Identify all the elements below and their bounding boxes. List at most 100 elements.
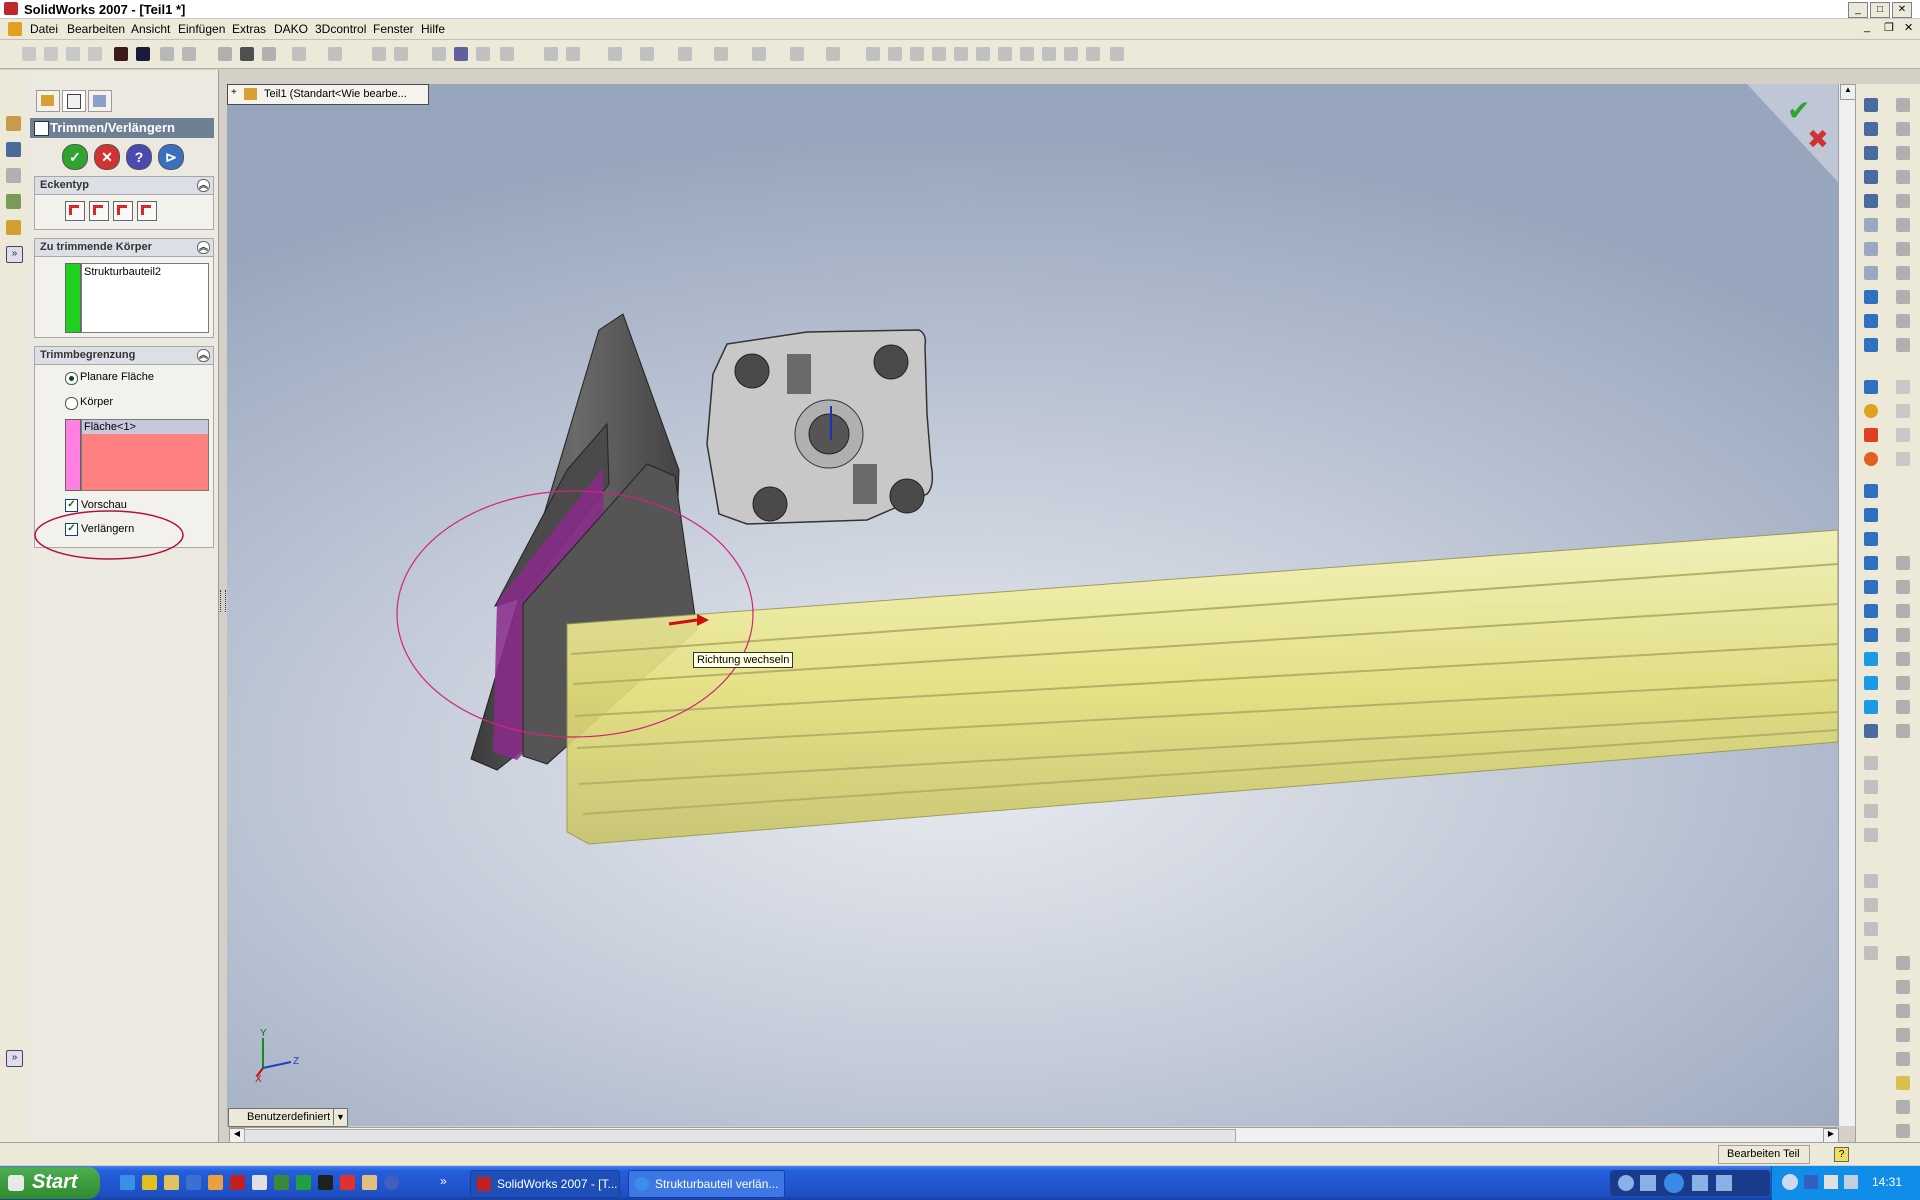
extrude-icon[interactable]	[976, 47, 990, 61]
tree-root-label[interactable]: Teil1 (Standart<Wie bearbe...	[264, 88, 407, 100]
document-icon[interactable]	[8, 22, 22, 36]
table-icon[interactable]	[182, 47, 196, 61]
quicklaunch-browser-icon[interactable]	[120, 1175, 135, 1190]
statistics-icon[interactable]	[1864, 898, 1878, 912]
pattern-icon[interactable]	[1086, 47, 1100, 61]
stop-icon[interactable]	[1618, 1175, 1634, 1191]
horizontal-scrollbar[interactable]: ◀ ▶	[229, 1127, 1839, 1144]
sketch-point-icon[interactable]	[1896, 404, 1910, 418]
collapse-icon[interactable]: ︽	[197, 179, 210, 192]
view-palette-icon[interactable]	[6, 194, 21, 209]
ok-button[interactable]: ✓	[62, 144, 88, 170]
feature-rib-icon[interactable]	[1896, 676, 1910, 690]
expand-tree-icon[interactable]: +	[231, 87, 237, 98]
cut-extrude-icon[interactable]	[998, 47, 1012, 61]
tray-back-icon[interactable]	[1782, 1174, 1798, 1190]
planar-face-radio[interactable]	[65, 372, 78, 385]
tab-configuration-manager[interactable]	[88, 90, 112, 112]
options-icon[interactable]	[500, 47, 514, 61]
scroll-up-button[interactable]: ▲	[1840, 84, 1856, 100]
view-orientation-dropdown[interactable]: Benutzerdefiniert ▼	[228, 1108, 348, 1127]
doc-minimize-button[interactable]: _	[1864, 21, 1870, 33]
shaded-icon[interactable]	[1864, 314, 1878, 328]
undo-icon[interactable]	[292, 47, 306, 61]
normal-to-icon[interactable]	[1864, 484, 1878, 498]
menu-extras[interactable]: Extras	[232, 22, 266, 36]
sketch-spline-icon[interactable]	[1896, 194, 1910, 208]
profile-cross-section[interactable]	[706, 329, 934, 525]
hidden-removed-icon[interactable]	[1864, 266, 1878, 280]
ref-point-icon[interactable]	[1896, 956, 1910, 970]
dimetric-icon[interactable]	[1864, 700, 1878, 714]
bottom-view-icon[interactable]	[1864, 628, 1878, 642]
quicklaunch-folder-icon[interactable]	[164, 1175, 179, 1190]
task-solidworks[interactable]: SolidWorks 2007 - [T...	[470, 1170, 620, 1198]
sketch-offset-icon[interactable]	[1896, 266, 1910, 280]
shaded-edges-icon[interactable]	[1864, 290, 1878, 304]
panel-splitter[interactable]	[220, 590, 226, 612]
select-filter-icon[interactable]	[454, 47, 468, 61]
feature-boss-icon[interactable]	[1896, 556, 1910, 570]
bodies-listbox[interactable]: Strukturbauteil2	[81, 263, 209, 333]
select-icon[interactable]	[432, 47, 446, 61]
ref-line-icon[interactable]	[1896, 1028, 1910, 1042]
trimetric-icon[interactable]	[1864, 676, 1878, 690]
ref-axis-icon[interactable]	[1896, 1004, 1910, 1018]
cut-icon[interactable]	[372, 47, 386, 61]
tab-feature-manager[interactable]	[36, 90, 60, 112]
expand-bottom-icon[interactable]: »	[6, 1050, 23, 1067]
copy-icon[interactable]	[394, 47, 408, 61]
pushpin-button[interactable]: ⊳	[158, 144, 184, 170]
collapse-icon[interactable]: ︽	[197, 241, 210, 254]
quicklaunch-archive-icon[interactable]	[362, 1175, 377, 1190]
point-icon[interactable]	[826, 47, 840, 61]
trim-target-profile[interactable]	[566, 529, 1838, 845]
relation-icon[interactable]	[714, 47, 728, 61]
camera-icon[interactable]	[240, 47, 254, 61]
section-view-icon[interactable]	[1864, 380, 1878, 394]
quicklaunch-app-icon[interactable]	[208, 1175, 223, 1190]
corner-end-trim-button[interactable]	[65, 201, 85, 221]
sketch-trim-icon[interactable]	[1896, 242, 1910, 256]
feature-tree-flyout[interactable]: + Teil1 (Standart<Wie bearbe...	[227, 84, 429, 105]
feature-revolve-icon[interactable]	[1896, 580, 1910, 594]
sketch-text-icon[interactable]	[1896, 380, 1910, 394]
hidden-lines-icon[interactable]	[1864, 242, 1878, 256]
check-icon[interactable]	[1864, 828, 1878, 842]
quicklaunch-network-icon[interactable]	[274, 1175, 289, 1190]
redo-icon[interactable]	[328, 47, 342, 61]
rebuild-icon[interactable]	[476, 47, 490, 61]
corner-miter-button[interactable]	[89, 201, 109, 221]
file-explorer-icon[interactable]	[6, 220, 21, 235]
preview-icon[interactable]	[262, 47, 276, 61]
zoom-icon[interactable]	[1864, 194, 1878, 208]
tray-app-icon[interactable]	[1844, 1175, 1858, 1189]
menu-hilfe[interactable]: Hilfe	[421, 22, 445, 36]
volume-icon[interactable]	[1716, 1175, 1732, 1191]
quicklaunch-acrobat-icon[interactable]	[340, 1175, 355, 1190]
structural-member-icon[interactable]	[866, 47, 880, 61]
ref-coordinate-icon[interactable]	[1896, 1052, 1910, 1066]
minimize-button[interactable]: _	[1848, 2, 1868, 18]
previous-icon[interactable]	[1640, 1175, 1656, 1191]
help-icon[interactable]: ?	[1834, 1147, 1849, 1162]
gusset-icon[interactable]	[932, 47, 946, 61]
trim-extend-icon[interactable]	[888, 47, 902, 61]
sketch-plane-icon[interactable]	[1896, 452, 1910, 466]
chamfer-icon[interactable]	[1042, 47, 1056, 61]
home-icon[interactable]	[6, 116, 21, 131]
feature-shell-icon[interactable]	[1896, 652, 1910, 666]
feature-loft-icon[interactable]	[1896, 628, 1910, 642]
light-icon[interactable]	[1864, 452, 1878, 466]
menu-dako[interactable]: DAKO	[274, 22, 308, 36]
appearance-icon[interactable]	[1864, 404, 1878, 418]
mirror-icon[interactable]	[1064, 47, 1078, 61]
feature-stats-icon[interactable]	[1864, 946, 1878, 960]
sketch-rect-icon[interactable]	[1896, 122, 1910, 136]
zoom-fit-icon[interactable]	[1864, 146, 1878, 160]
camera-view-icon[interactable]	[1864, 428, 1878, 442]
menu-datei[interactable]: Datei	[30, 22, 58, 36]
collapse-icon[interactable]: ︽	[197, 349, 210, 362]
sketch-line-icon[interactable]	[1896, 98, 1910, 112]
body-radio[interactable]	[65, 397, 78, 410]
